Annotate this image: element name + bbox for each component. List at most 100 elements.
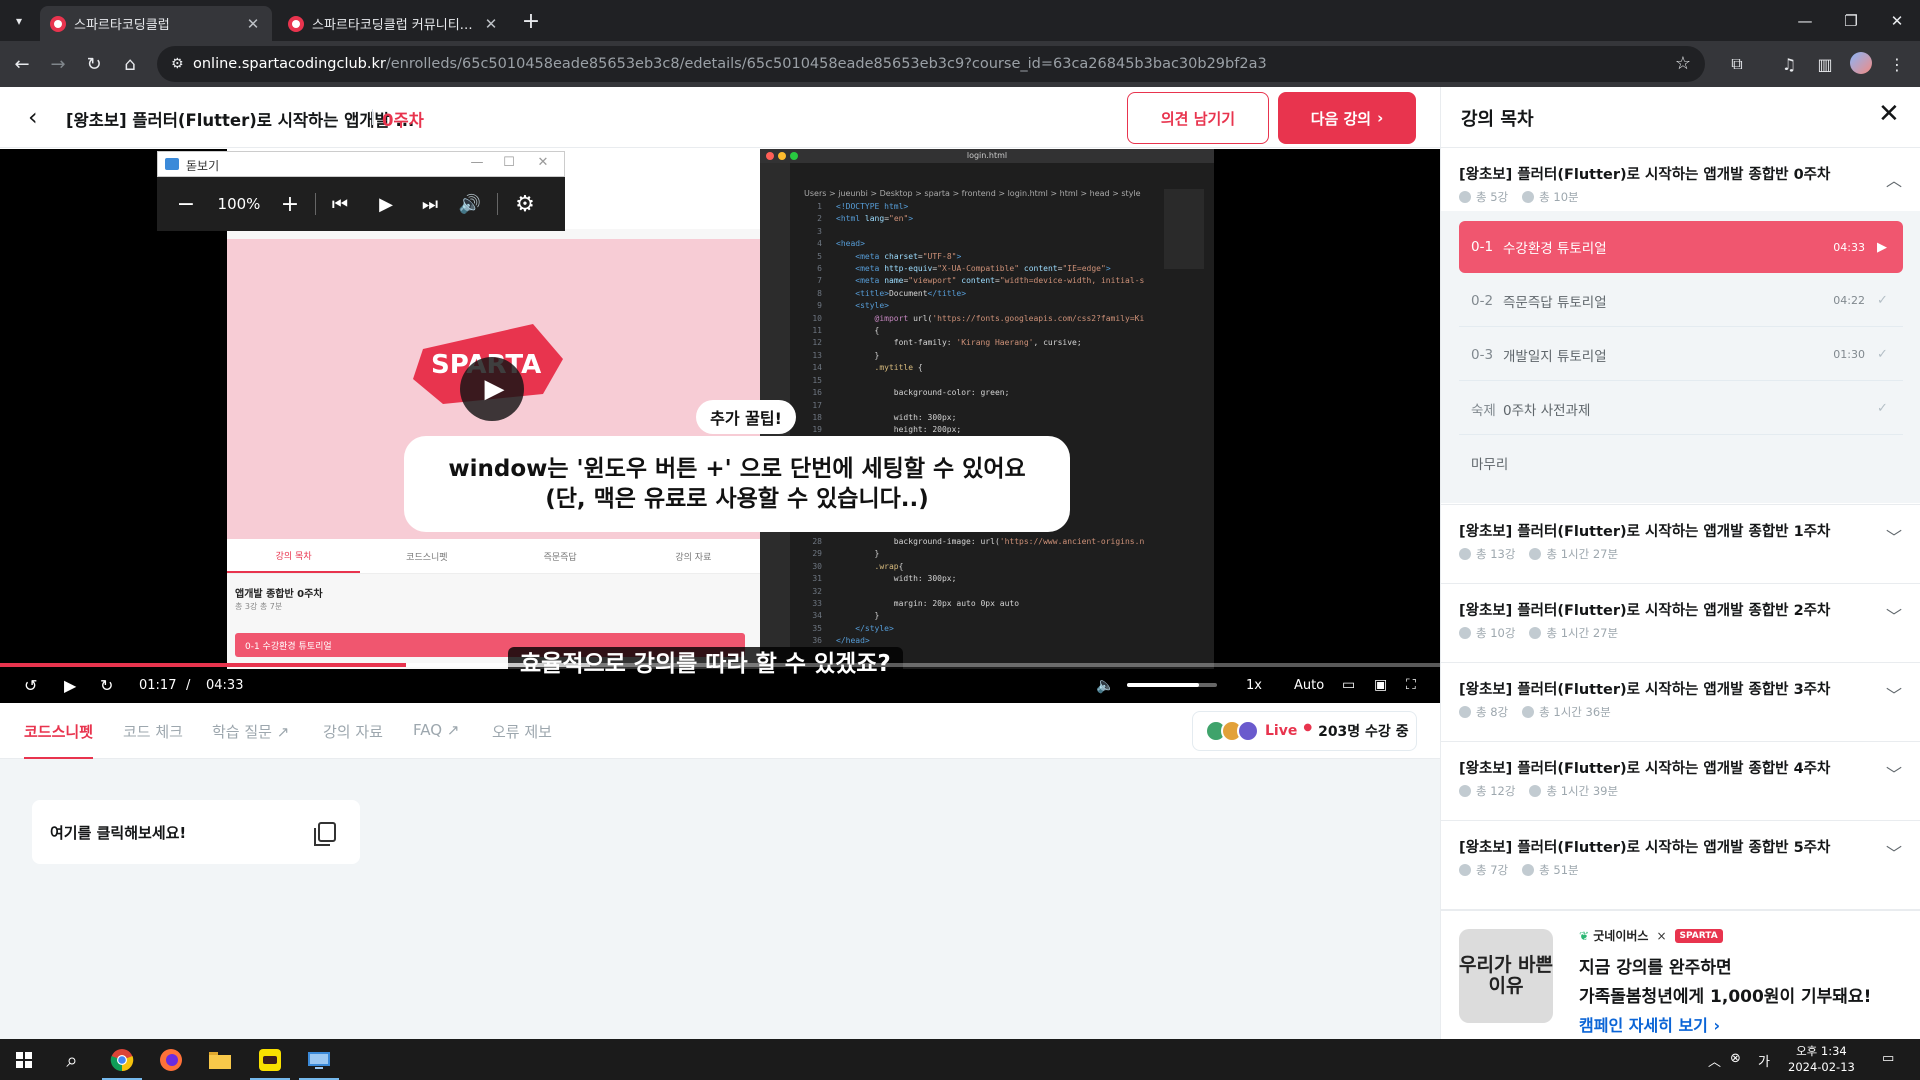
close-tab-icon[interactable]: ✕ [244,15,262,33]
side-panel-icon[interactable]: ▥ [1813,52,1837,76]
lecture-header: ‹ [왕초보] 플러터(Flutter)로 시작하는 앱개발 ... 0주차 의… [0,87,1440,148]
campaign-link[interactable]: 캠페인 자세히 보기 › [1579,1012,1720,1036]
tab-code-check[interactable]: 코드 체크 [123,721,183,742]
minimize-window-icon[interactable]: — [1782,0,1828,41]
maximize-icon[interactable]: ☐ [496,155,522,170]
week-title: [왕초보] 플러터(Flutter)로 시작하는 앱개발 종합반 4주차 [1459,761,1831,777]
week-section-5[interactable]: [왕초보] 플러터(Flutter)로 시작하는 앱개발 종합반 5주차 총 7… [1441,822,1920,910]
goodneighbors-leaf-icon: ❦ [1579,929,1590,943]
lesson-item-homework[interactable]: 숙제 0주차 사전과제 ✓ [1459,383,1903,435]
week-label: 0주차 [382,111,424,130]
tab-lecture-materials[interactable]: 강의 자료 [323,721,383,742]
rewind-10-icon[interactable]: ↺ [24,671,37,699]
chevron-down-icon[interactable]: ﹀ [1886,682,1902,706]
site-info-icon[interactable]: ⚙ [171,56,193,72]
lesson-item[interactable]: 0-3 개발일지 튜토리얼 01:30 ✓ [1459,329,1903,381]
duration: 총 1시간 39분 [1529,783,1618,799]
restore-window-icon[interactable]: ❐ [1828,0,1874,41]
chrome-menu-icon[interactable]: ⋮ [1885,52,1909,76]
system-clock[interactable]: 오후 1:34 2024-02-13 [1788,1043,1855,1075]
settings-gear-icon[interactable]: ⚙ [509,187,541,221]
play-icon[interactable]: ▶ [64,671,76,699]
captions-icon[interactable]: ▭ [1342,671,1355,699]
notification-icon[interactable]: ▭ [1882,1051,1894,1066]
search-icon[interactable]: ⌕ [48,1039,96,1080]
lesson-item-wrapup[interactable]: 마무리 [1459,437,1903,489]
browser-tab-community[interactable]: 스파르타코딩클럽 커뮤니티 | 스 ✕ [278,6,510,41]
profile-avatar[interactable] [1850,52,1872,74]
magnifier-taskbar-icon[interactable] [295,1039,343,1080]
chevron-down-icon[interactable]: ﹀ [1886,840,1902,864]
video-progress-bar[interactable] [0,663,1440,667]
copy-icon[interactable] [314,822,336,846]
kakaotalk-taskbar-icon[interactable] [246,1039,294,1080]
lesson-item[interactable]: 0-2 즉문즉답 튜토리얼 04:22 ✓ [1459,275,1903,327]
media-control-icon[interactable]: ♫ [1777,52,1801,76]
tray-ime-icon[interactable]: 가 [1758,1051,1770,1070]
chevron-down-icon[interactable]: ﹀ [1886,761,1902,785]
tray-network-icon[interactable]: ⊗ [1730,1051,1741,1066]
reload-icon[interactable]: ↻ [80,50,108,78]
close-window-icon[interactable]: ✕ [1874,0,1920,41]
back-nav-icon[interactable]: ← [8,50,36,78]
minimize-icon[interactable]: — [464,155,490,170]
week-section-0[interactable]: [왕초보] 플러터(Flutter)로 시작하는 앱개발 종합반 0주차 총 5… [1441,149,1920,505]
bookmark-star-icon[interactable]: ☆ [1675,53,1691,74]
close-panel-icon[interactable]: ✕ [1878,99,1900,129]
clock-date: 2024-02-13 [1788,1060,1855,1074]
snippet-card[interactable]: 여기를 클릭해보세요! [32,800,360,864]
tray-overflow-icon[interactable]: ︿ [1708,1051,1721,1070]
volume-icon[interactable]: 🔈 [1096,671,1115,699]
video-player[interactable]: SPARTA 강의 목차 코드스니펫 즉문즉답 강의 자료 앱개발 종합반 0주… [0,149,1440,703]
tab-study-question[interactable]: 학습 질문 ↗ [212,721,289,742]
forward-nav-icon[interactable]: → [44,50,72,78]
donation-banner[interactable]: 우리가 바쁜 이유 ❦ 굿네이버스 × SPARTA 지금 강의를 완주하면 가… [1441,910,1920,1039]
play-overlay-icon[interactable]: ▶ [460,357,524,421]
browser-tab-active[interactable]: 스파르타코딩클럽 ✕ [40,6,272,41]
chevron-up-icon[interactable]: ︿ [1886,167,1902,191]
week-section-3[interactable]: [왕초보] 플러터(Flutter)로 시작하는 앱개발 종합반 3주차 총 8… [1441,664,1920,742]
chevron-down-icon[interactable]: ﹀ [1886,524,1902,548]
home-icon[interactable]: ⌂ [116,50,144,78]
tab-error-report[interactable]: 오류 제보 [492,721,552,742]
play-icon[interactable]: ▶ [371,187,401,221]
windows-start-icon[interactable] [0,1039,48,1080]
file-explorer-taskbar-icon[interactable] [196,1039,244,1080]
read-aloud-icon[interactable]: 🔊 [455,187,485,221]
browser-tab-bar: ▾ 스파르타코딩클럽 ✕ 스파르타코딩클럽 커뮤니티 | 스 ✕ + — ❐ ✕ [0,0,1920,41]
next-lecture-button[interactable]: 다음 강의 › [1278,92,1416,144]
playback-speed-button[interactable]: 1x [1246,671,1262,699]
theater-mode-icon[interactable]: ▣ [1374,671,1387,699]
chrome-taskbar-icon[interactable] [98,1039,146,1080]
skip-next-icon[interactable]: ⏭ [415,187,445,221]
new-tab-button[interactable]: + [518,8,544,34]
tab-search-icon[interactable]: ▾ [6,8,32,34]
volume-slider[interactable] [1127,683,1217,687]
skip-previous-icon[interactable]: ⏮ [325,187,355,221]
feedback-button[interactable]: 의견 남기기 [1127,92,1269,144]
quality-button[interactable]: Auto [1294,671,1324,699]
week-section-1[interactable]: [왕초보] 플러터(Flutter)로 시작하는 앱개발 종합반 1주차 총 1… [1441,506,1920,584]
divider [315,193,316,215]
fullscreen-icon[interactable]: ⛶ [1406,671,1416,699]
forward-10-icon[interactable]: ↻ [100,671,113,699]
week-section-4[interactable]: [왕초보] 플러터(Flutter)로 시작하는 앱개발 종합반 4주차 총 1… [1441,743,1920,821]
lesson-item-active[interactable]: 0-1 수강환경 튜토리얼 04:33 ▶ [1459,221,1903,273]
extensions-icon[interactable]: ⧉ [1725,52,1749,76]
close-icon[interactable]: ✕ [530,155,556,170]
week-section-2[interactable]: [왕초보] 플러터(Flutter)로 시작하는 앱개발 종합반 2주차 총 1… [1441,585,1920,663]
tab-faq[interactable]: FAQ ↗ [413,721,459,739]
chevron-down-icon[interactable]: ﹀ [1886,603,1902,627]
tab-code-snippet[interactable]: 코드스니펫 [24,721,93,742]
clock-icon [1522,191,1535,203]
magnifier-titlebar[interactable]: 돋보기 — ☐ ✕ [157,151,565,177]
play-icon: ▶ [1877,239,1887,255]
back-arrow-icon[interactable]: ‹ [28,103,38,131]
close-tab-icon[interactable]: ✕ [482,15,500,33]
zoom-in-icon[interactable]: + [275,187,305,221]
zoom-out-icon[interactable]: − [171,187,201,221]
lesson-count: 총 12강 [1459,783,1515,799]
address-bar[interactable]: ⚙ online.spartacodingclub.kr/enrolleds/6… [157,46,1705,82]
magnifier-window[interactable]: 돋보기 — ☐ ✕ − 100% + ⏮ ▶ ⏭ 🔊 ⚙ [157,151,565,231]
firefox-taskbar-icon[interactable] [147,1039,195,1080]
